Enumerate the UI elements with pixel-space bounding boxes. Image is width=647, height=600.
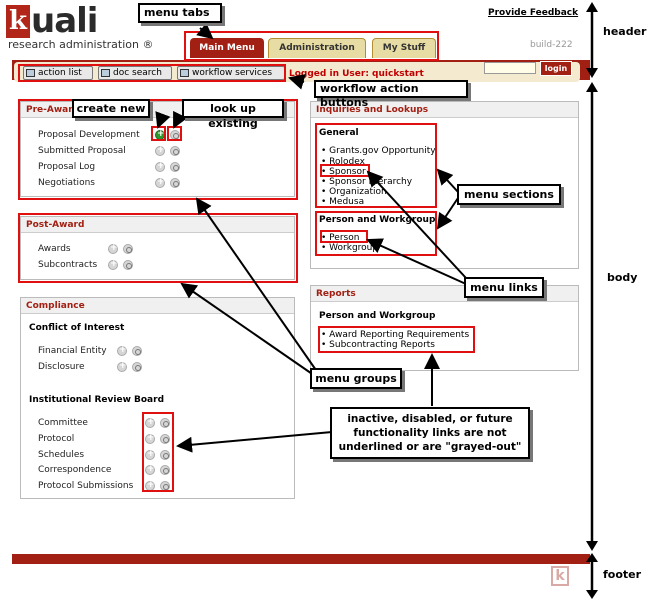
callout-menu-sections: menu sections — [457, 184, 561, 205]
label-footer: footer — [603, 568, 642, 581]
callout-menu-tabs: menu tabs — [138, 3, 222, 23]
label-header: header — [603, 25, 647, 38]
callout-menu-groups: menu groups — [310, 368, 402, 389]
callout-workflow-action-buttons: workflow action buttons — [314, 80, 468, 109]
label-body: body — [607, 271, 638, 284]
callout-create-new: create new — [72, 99, 150, 118]
callout-inactive-note: inactive, disabled, or future functional… — [330, 407, 530, 459]
callout-menu-links: menu links — [464, 277, 544, 298]
callout-look-up-existing: look up existing — [182, 99, 284, 130]
